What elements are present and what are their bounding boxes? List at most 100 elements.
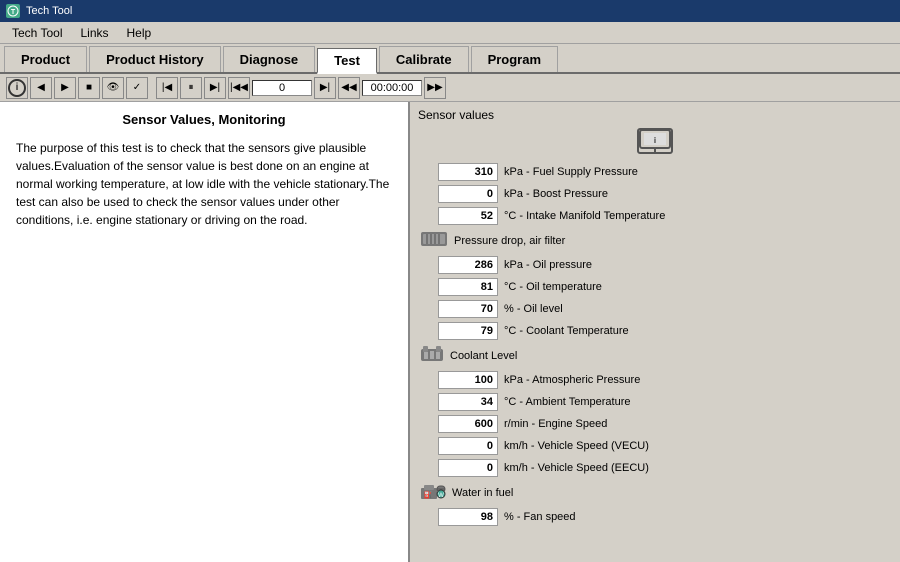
toolbar-stepback-btn[interactable]: |◀	[156, 77, 178, 99]
menu-techtool[interactable]: Tech Tool	[4, 24, 70, 42]
app-title: Tech Tool	[26, 5, 72, 17]
menu-help[interactable]: Help	[119, 24, 160, 42]
sensor-value-oil-pressure: 286	[438, 256, 498, 274]
tostart-icon: |◀◀	[230, 82, 248, 93]
fuel-label: Water in fuel	[452, 487, 513, 499]
airfilter-icon	[420, 230, 448, 251]
tab-product-history[interactable]: Product History	[89, 46, 221, 72]
left-panel-description: The purpose of this test is to check tha…	[16, 139, 392, 229]
monitor-icon: i	[637, 128, 673, 154]
svg-text:i: i	[654, 136, 656, 145]
sensor-label-ambient-temp: °C - Ambient Temperature	[504, 396, 630, 408]
sensor-value-engine-speed: 600	[438, 415, 498, 433]
sensor-label-fan-speed: % - Fan speed	[504, 511, 576, 523]
coolant-icon	[420, 345, 444, 366]
tab-product[interactable]: Product	[4, 46, 87, 72]
sensor-label-boost: kPa - Boost Pressure	[504, 188, 608, 200]
right-panel: Sensor values i 310 kPa - Fuel Supply Pr…	[410, 102, 900, 562]
sensor-value-oil-temp: 81	[438, 278, 498, 296]
sensor-label-oil-level: % - Oil level	[504, 303, 563, 315]
sensor-row-intake: 52 °C - Intake Manifold Temperature	[418, 206, 892, 226]
sensor-label-oil-pressure: kPa - Oil pressure	[504, 259, 592, 271]
tab-diagnose[interactable]: Diagnose	[223, 46, 316, 72]
toolbar-pause-btn[interactable]: ⏸	[180, 77, 202, 99]
main-content: Sensor Values, Monitoring The purpose of…	[0, 102, 900, 562]
toolbar-counter[interactable]: 0	[252, 80, 312, 96]
left-panel: Sensor Values, Monitoring The purpose of…	[0, 102, 410, 562]
sensor-value-atm-pressure: 100	[438, 371, 498, 389]
toolbar: i ◀ ▶ ■ 👁 ✓ |◀ ⏸ ▶| |◀◀ 0 ▶| ◀◀ 00:00:00	[0, 74, 900, 102]
toolbar-stepfwd-btn[interactable]: ▶|	[204, 77, 226, 99]
menu-links[interactable]: Links	[72, 24, 116, 42]
sensor-value-boost: 0	[438, 185, 498, 203]
pause-icon: ⏸	[189, 82, 194, 93]
left-panel-title: Sensor Values, Monitoring	[16, 112, 392, 127]
toolbar-time: 00:00:00	[362, 80, 422, 96]
fuel-icon: ⛽ W	[420, 482, 446, 503]
toolbar-view-btn[interactable]: 👁	[102, 77, 124, 99]
sensor-value-ambient-temp: 34	[438, 393, 498, 411]
sensor-row-engine-speed: 600 r/min - Engine Speed	[418, 414, 892, 434]
monitor-icon-section: i	[418, 128, 892, 156]
toolbar-tostart-btn[interactable]: |◀◀	[228, 77, 250, 99]
toolbar-fastfwd-btn[interactable]: ◀◀	[338, 77, 360, 99]
toolbar-fastfwd2-btn[interactable]: ▶▶	[424, 77, 446, 99]
sensor-value-vehicle-speed-eecu: 0	[438, 459, 498, 477]
sensor-value-coolant-temp: 79	[438, 322, 498, 340]
check-icon: ✓	[133, 82, 141, 93]
back-icon: ◀	[37, 82, 45, 93]
tab-calibrate[interactable]: Calibrate	[379, 46, 469, 72]
toolbar-info-btn[interactable]: i	[6, 77, 28, 99]
sensor-label-coolant-temp: °C - Coolant Temperature	[504, 325, 629, 337]
sensor-value-oil-level: 70	[438, 300, 498, 318]
stop-icon: ■	[86, 82, 92, 93]
fastfwd2-icon: ▶▶	[427, 82, 442, 93]
sensor-label-engine-speed: r/min - Engine Speed	[504, 418, 607, 430]
sensor-value-fuel-supply: 310	[438, 163, 498, 181]
sensor-value-intake: 52	[438, 207, 498, 225]
sensor-row-vehicle-speed-eecu: 0 km/h - Vehicle Speed (EECU)	[418, 458, 892, 478]
app-icon: T	[6, 4, 20, 18]
stepback-icon: |◀	[162, 82, 172, 93]
menu-bar: Tech Tool Links Help	[0, 22, 900, 44]
tab-program[interactable]: Program	[471, 46, 558, 72]
sensor-row-boost: 0 kPa - Boost Pressure	[418, 184, 892, 204]
sensor-row-fan-speed: 98 % - Fan speed	[418, 507, 892, 527]
tab-test[interactable]: Test	[317, 48, 377, 74]
section-header-coolant: Coolant Level	[420, 345, 892, 366]
sensor-row-coolant-temp: 79 °C - Coolant Temperature	[418, 321, 892, 341]
airfilter-label: Pressure drop, air filter	[454, 235, 565, 247]
sensor-row-oil-pressure: 286 kPa - Oil pressure	[418, 255, 892, 275]
svg-text:W: W	[438, 493, 444, 499]
title-bar: T Tech Tool	[0, 0, 900, 22]
toolbar-check-btn[interactable]: ✓	[126, 77, 148, 99]
eye-icon: 👁	[107, 82, 120, 93]
sensor-row-atm-pressure: 100 kPa - Atmospheric Pressure	[418, 370, 892, 390]
toolbar-stop-btn[interactable]: ■	[78, 77, 100, 99]
sensor-value-fan-speed: 98	[438, 508, 498, 526]
svg-text:T: T	[11, 9, 16, 16]
info-icon: i	[8, 79, 26, 97]
section-header-airfilter: Pressure drop, air filter	[420, 230, 892, 251]
section-header-fuel: ⛽ W Water in fuel	[420, 482, 892, 503]
sensor-label-vehicle-speed-eecu: km/h - Vehicle Speed (EECU)	[504, 462, 649, 474]
sensor-label-fuel-supply: kPa - Fuel Supply Pressure	[504, 166, 638, 178]
toolbar-toend-btn[interactable]: ▶|	[314, 77, 336, 99]
stepfwd-icon: ▶|	[210, 82, 220, 93]
sensor-label-intake: °C - Intake Manifold Temperature	[504, 210, 665, 222]
sensor-value-vehicle-speed-vecu: 0	[438, 437, 498, 455]
nav-tabs: Product Product History Diagnose Test Ca…	[0, 44, 900, 74]
coolant-label: Coolant Level	[450, 350, 517, 362]
toend-icon: ▶|	[320, 82, 330, 93]
sensor-row-vehicle-speed-vecu: 0 km/h - Vehicle Speed (VECU)	[418, 436, 892, 456]
play-icon: ▶	[61, 82, 69, 93]
sensor-label-oil-temp: °C - Oil temperature	[504, 281, 602, 293]
right-panel-title: Sensor values	[418, 108, 892, 122]
sensor-label-vehicle-speed-vecu: km/h - Vehicle Speed (VECU)	[504, 440, 649, 452]
sensor-label-atm-pressure: kPa - Atmospheric Pressure	[504, 374, 640, 386]
fastfwd-icon: ◀◀	[341, 82, 356, 93]
sensor-row-fuel-supply: 310 kPa - Fuel Supply Pressure	[418, 162, 892, 182]
sensor-row-oil-temp: 81 °C - Oil temperature	[418, 277, 892, 297]
toolbar-play-btn[interactable]: ▶	[54, 77, 76, 99]
toolbar-back-btn[interactable]: ◀	[30, 77, 52, 99]
